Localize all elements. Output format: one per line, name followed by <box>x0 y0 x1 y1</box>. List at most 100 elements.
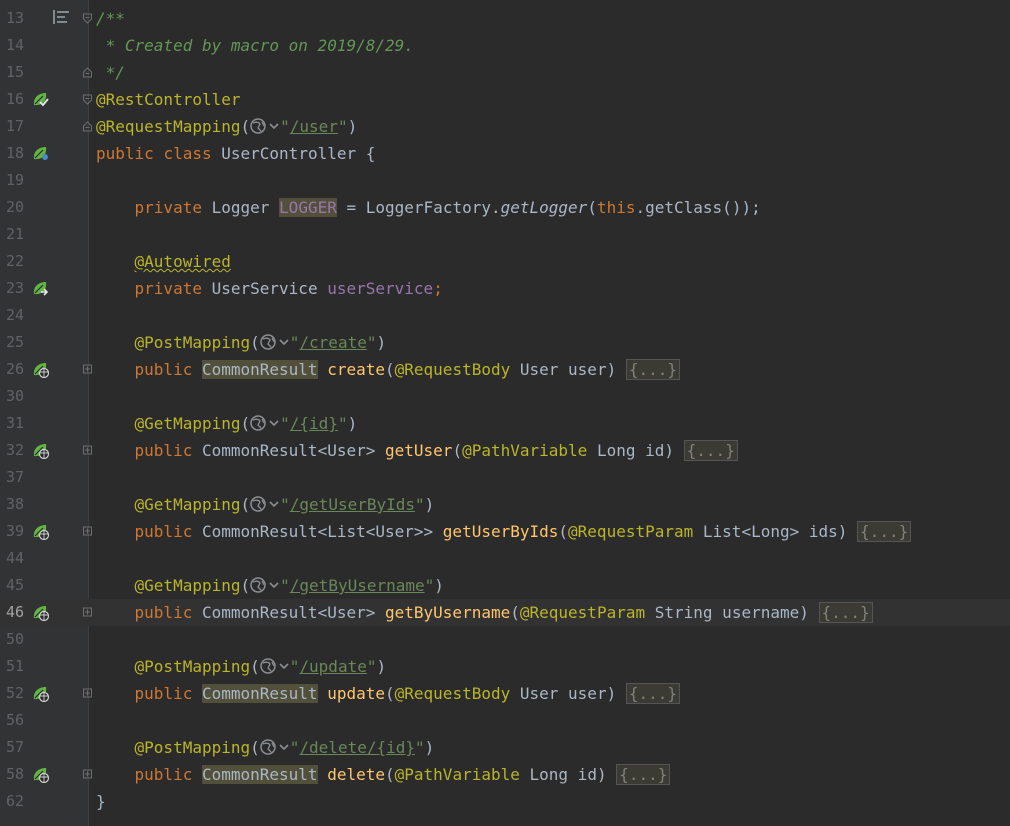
folded-block[interactable]: {...} <box>818 602 873 623</box>
code-line[interactable]: 13 /** <box>0 5 1010 32</box>
code-punct <box>616 360 626 379</box>
code-text[interactable]: public CommonResult<User> getUser(@PathV… <box>96 437 738 464</box>
folded-block[interactable]: {...} <box>683 440 738 461</box>
code-text[interactable]: public CommonResult update(@RequestBody … <box>96 680 681 707</box>
code-line[interactable]: 14 * Created by macro on 2019/8/29. <box>0 32 1010 59</box>
code-text[interactable]: public CommonResult create(@RequestBody … <box>96 356 681 383</box>
fold-icon[interactable] <box>83 94 92 105</box>
code-text[interactable]: @PostMapping("/create") <box>96 329 387 356</box>
code-line[interactable]: 39 public CommonResult<List<User>> getUs… <box>0 518 1010 545</box>
code-text[interactable]: @Autowired <box>96 248 231 275</box>
globe-icon[interactable] <box>250 118 280 134</box>
spring-bean-icon[interactable] <box>32 361 49 378</box>
code-text[interactable]: @GetMapping("/getUserByIds") <box>96 491 435 518</box>
code-text[interactable]: } <box>96 788 106 815</box>
code-text[interactable]: @GetMapping("/{id}") <box>96 410 358 437</box>
fold-icon[interactable] <box>83 526 92 537</box>
globe-icon[interactable] <box>250 496 280 512</box>
spring-bean-icon[interactable] <box>32 280 49 297</box>
code-punct: ) <box>424 495 435 514</box>
code-text[interactable]: @PostMapping("/delete/{id}") <box>96 734 435 761</box>
code-line[interactable]: 26 public CommonResult create(@RequestBo… <box>0 356 1010 383</box>
code-line[interactable]: 31 @GetMapping("/{id}") <box>0 410 1010 437</box>
fold-icon[interactable] <box>83 121 92 132</box>
code-line[interactable]: 16 @RestController <box>0 86 1010 113</box>
code-line[interactable]: 62} <box>0 788 1010 815</box>
globe-icon[interactable] <box>250 415 280 431</box>
code-text[interactable]: @PostMapping("/update") <box>96 653 387 680</box>
code-token: * Created by macro on 2019/8/29. <box>96 36 414 55</box>
spring-bean-icon[interactable] <box>32 91 49 108</box>
globe-icon[interactable] <box>260 658 290 674</box>
spring-bean-icon[interactable] <box>32 685 49 702</box>
folded-block[interactable]: {...} <box>625 683 681 704</box>
code-punct: ( <box>452 441 463 460</box>
code-line[interactable]: 56 <box>0 707 1010 734</box>
code-token: .getClass()); <box>635 198 761 217</box>
code-line[interactable]: 15 */ <box>0 59 1010 86</box>
code-punct: ( <box>385 684 395 703</box>
code-line[interactable]: 24 <box>0 302 1010 329</box>
current-code-line[interactable]: 46 public CommonResult<User> getByUserna… <box>0 599 1010 626</box>
code-punct: ( <box>510 603 520 622</box>
code-line[interactable]: 20 private Logger LOGGER = LoggerFactory… <box>0 194 1010 221</box>
code-punct: ( <box>240 117 251 136</box>
code-line[interactable]: 45 @GetMapping("/getByUsername") <box>0 572 1010 599</box>
code-token: CommonResult <box>201 765 318 784</box>
globe-icon[interactable] <box>260 739 290 755</box>
code-text[interactable]: /** <box>96 5 125 32</box>
fold-icon[interactable] <box>83 67 92 78</box>
code-line[interactable]: 38 @GetMapping("/getUserByIds") <box>0 491 1010 518</box>
code-text[interactable]: @RestController <box>96 86 241 113</box>
fold-icon[interactable] <box>83 13 92 24</box>
code-punct <box>510 360 520 379</box>
code-line[interactable]: 51 @PostMapping("/update") <box>0 653 1010 680</box>
spring-bean-icon[interactable] <box>32 145 49 162</box>
code-punct <box>375 441 385 460</box>
code-line[interactable]: 25 @PostMapping("/create") <box>0 329 1010 356</box>
fold-icon[interactable] <box>83 769 92 780</box>
folded-block[interactable]: {...} <box>616 764 671 785</box>
code-punct <box>847 522 857 541</box>
globe-icon[interactable] <box>250 577 280 593</box>
code-punct <box>154 144 164 163</box>
spring-bean-icon[interactable] <box>32 604 49 621</box>
code-line[interactable]: 19 <box>0 167 1010 194</box>
code-text[interactable]: public CommonResult<List<User>> getUserB… <box>96 518 912 545</box>
code-text[interactable]: @GetMapping("/getByUsername") <box>96 572 444 599</box>
folded-block[interactable]: {...} <box>857 521 912 542</box>
fold-icon[interactable] <box>83 445 92 456</box>
code-text[interactable]: private UserService userService; <box>96 275 443 302</box>
code-line[interactable]: 18 public class UserController { <box>0 140 1010 167</box>
spring-bean-icon[interactable] <box>32 523 49 540</box>
code-text[interactable]: public class UserController { <box>96 140 375 167</box>
code-line[interactable]: 30 <box>0 383 1010 410</box>
code-line[interactable]: 37 <box>0 464 1010 491</box>
fold-icon[interactable] <box>83 607 92 618</box>
code-line[interactable]: 44 <box>0 545 1010 572</box>
fold-icon[interactable] <box>83 688 92 699</box>
spring-bean-icon[interactable] <box>32 442 49 459</box>
spring-bean-icon[interactable] <box>32 766 49 783</box>
code-line[interactable]: 58 public CommonResult delete(@PathVaria… <box>0 761 1010 788</box>
code-line[interactable]: 57 @PostMapping("/delete/{id}") <box>0 734 1010 761</box>
code-editor[interactable]: 13 /** 14 * Created by macro on 2019/8/29.… <box>0 0 1010 826</box>
code-text[interactable]: */ <box>96 59 125 86</box>
code-line[interactable]: 52 public CommonResult update(@RequestBo… <box>0 680 1010 707</box>
code-line[interactable]: 17 @RequestMapping("/user") <box>0 113 1010 140</box>
code-line[interactable]: 50 <box>0 626 1010 653</box>
line-number: 19 <box>6 171 25 189</box>
code-text[interactable]: @RequestMapping("/user") <box>96 113 357 140</box>
folded-block[interactable]: {...} <box>625 359 681 380</box>
code-line[interactable]: 23 private UserService userService; <box>0 275 1010 302</box>
code-text[interactable]: public CommonResult delete(@PathVariable… <box>96 761 671 788</box>
code-punct: ( <box>250 738 260 757</box>
fold-icon[interactable] <box>83 364 92 375</box>
code-text[interactable]: * Created by macro on 2019/8/29. <box>96 32 414 59</box>
code-line[interactable]: 21 <box>0 221 1010 248</box>
code-line[interactable]: 32 public CommonResult<User> getUser(@Pa… <box>0 437 1010 464</box>
code-line[interactable]: 22 @Autowired <box>0 248 1010 275</box>
code-text[interactable]: public CommonResult<User> getByUsername(… <box>96 599 873 626</box>
globe-icon[interactable] <box>260 334 290 350</box>
code-text[interactable]: private Logger LOGGER = LoggerFactory.ge… <box>96 194 761 221</box>
